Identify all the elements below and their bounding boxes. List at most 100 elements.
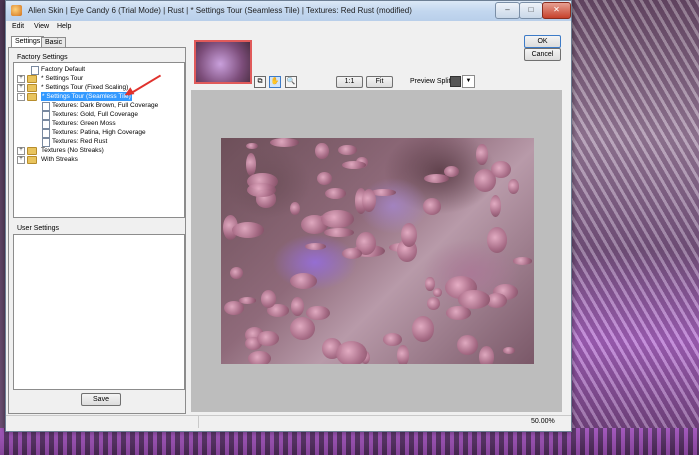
- menu-help[interactable]: Help: [57, 23, 71, 30]
- expand-icon[interactable]: +: [17, 147, 25, 155]
- rust-texture-patch: [512, 257, 533, 265]
- collapse-icon[interactable]: -: [17, 93, 25, 101]
- rust-texture-patch: [341, 247, 363, 259]
- factory-settings-tree[interactable]: Factory Default + * Settings Tour + * Se…: [13, 62, 185, 218]
- rust-texture-patch: [338, 144, 357, 156]
- rust-texture-patch: [424, 174, 450, 184]
- rust-texture-patch: [290, 201, 300, 215]
- rust-texture-patch: [289, 273, 317, 289]
- rust-texture-patch: [400, 223, 417, 248]
- title-bar[interactable]: Alien Skin | Eye Candy 6 (Trial Mode) | …: [6, 1, 571, 22]
- window-title: Alien Skin | Eye Candy 6 (Trial Mode) | …: [28, 6, 412, 15]
- rust-texture-patch: [239, 297, 256, 304]
- navigator-thumbnail[interactable]: [194, 40, 252, 84]
- folder-open-icon: [27, 93, 37, 101]
- rust-texture-patch: [290, 297, 304, 317]
- rust-texture-patch: [229, 267, 243, 280]
- tree-item-textures-red-rust[interactable]: Textures: Red Rust: [52, 137, 107, 146]
- minimize-button[interactable]: –: [495, 2, 520, 19]
- rust-texture-patch: [317, 172, 333, 186]
- rust-texture-patch: [476, 144, 488, 165]
- factory-settings-label: Factory Settings: [17, 54, 68, 61]
- rust-texture-patch: [335, 341, 367, 364]
- status-bar: [6, 415, 571, 430]
- tree-item-settings-tour[interactable]: * Settings Tour: [41, 74, 83, 83]
- rust-texture-patch: [245, 142, 258, 150]
- rust-texture-patch: [270, 138, 299, 147]
- rust-texture-patch: [458, 290, 490, 309]
- cancel-button[interactable]: Cancel: [524, 48, 561, 61]
- rust-texture-patch: [502, 346, 516, 354]
- preview-split-label: Preview Split:: [410, 78, 453, 85]
- tree-item-settings-tour-seamless-tile[interactable]: * Settings Tour (Seamless Tile): [41, 92, 132, 101]
- rust-texture-patch: [304, 242, 326, 251]
- rust-texture-patch: [247, 350, 272, 364]
- rust-texture-patch: [315, 142, 329, 160]
- folder-icon: [27, 84, 37, 92]
- one-to-one-button[interactable]: 1:1: [336, 76, 363, 88]
- user-settings-label: User Settings: [17, 225, 60, 232]
- rust-texture-patch: [231, 221, 265, 238]
- doc-icon: [42, 111, 50, 120]
- tree-item-textures-green-moss[interactable]: Textures: Green Moss: [52, 119, 116, 128]
- folder-icon: [27, 75, 37, 83]
- desktop-background-right: [560, 0, 699, 455]
- tree-item-with-streaks[interactable]: With Streaks: [41, 155, 78, 164]
- rust-texture-patch: [324, 187, 347, 200]
- rust-texture-patch: [507, 178, 519, 194]
- doc-icon: [42, 129, 50, 138]
- maximize-button[interactable]: □: [519, 2, 543, 19]
- rust-texture-patch: [491, 160, 511, 178]
- user-settings-list[interactable]: [13, 234, 185, 390]
- menu-edit[interactable]: Edit: [12, 23, 24, 30]
- close-button[interactable]: ✕: [542, 2, 571, 19]
- tree-item-textures-no-streaks[interactable]: Textures (No Streaks): [41, 146, 104, 155]
- rust-texture-patch: [397, 345, 409, 364]
- rust-texture-patch: [362, 188, 377, 213]
- compare-icon[interactable]: ⧉: [254, 76, 266, 88]
- fit-button[interactable]: Fit: [366, 76, 393, 88]
- rust-texture-patch: [422, 198, 442, 216]
- doc-icon: [31, 66, 39, 75]
- preview-image[interactable]: [221, 138, 534, 364]
- rust-texture-patch: [245, 152, 256, 177]
- rust-texture-patch: [489, 194, 502, 217]
- save-button[interactable]: Save: [81, 393, 121, 406]
- tree-item-textures-dark-brown[interactable]: Textures: Dark Brown, Full Coverage: [52, 101, 158, 110]
- folder-icon: [27, 156, 37, 164]
- rust-texture-patch: [257, 331, 279, 346]
- rust-texture-patch: [342, 161, 367, 170]
- hand-icon[interactable]: ✋: [269, 76, 281, 88]
- preview-split-dropdown[interactable]: ▼: [462, 75, 475, 88]
- rust-texture-patch: [426, 296, 441, 311]
- menu-view[interactable]: View: [34, 23, 49, 30]
- zoom-icon[interactable]: 🔍: [285, 76, 297, 88]
- rust-texture-patch: [324, 227, 354, 238]
- rust-texture-patch: [486, 227, 507, 253]
- menu-bar: Edit View Help: [6, 21, 571, 34]
- rust-texture-patch: [306, 305, 330, 321]
- app-icon: [11, 5, 22, 16]
- rust-texture-patch: [411, 316, 434, 343]
- rust-texture-patch: [382, 332, 403, 347]
- doc-icon: [42, 120, 50, 129]
- status-divider: [198, 416, 199, 428]
- doc-icon: [42, 102, 50, 111]
- rust-texture-patch: [289, 316, 316, 340]
- zoom-level: 50.00%: [531, 418, 555, 425]
- expand-icon[interactable]: +: [17, 84, 25, 92]
- tree-item-textures-patina[interactable]: Textures: Patina, High Coverage: [52, 128, 146, 137]
- ok-button[interactable]: OK: [524, 35, 561, 48]
- tree-item-factory-default[interactable]: Factory Default: [41, 65, 85, 74]
- desktop-background-bottom: [0, 428, 699, 455]
- folder-icon: [27, 147, 37, 155]
- rust-texture-patch: [321, 210, 355, 229]
- tree-item-settings-tour-fixed-scaling[interactable]: * Settings Tour (Fixed Scaling): [41, 83, 128, 92]
- preview-split-swatch[interactable]: [450, 76, 461, 87]
- expand-icon[interactable]: +: [17, 156, 25, 164]
- rust-texture-patch: [478, 346, 494, 364]
- tree-item-textures-gold[interactable]: Textures: Gold, Full Coverage: [52, 110, 138, 119]
- expand-icon[interactable]: +: [17, 75, 25, 83]
- rust-texture-patch: [457, 334, 479, 355]
- rust-texture-patch: [433, 288, 442, 298]
